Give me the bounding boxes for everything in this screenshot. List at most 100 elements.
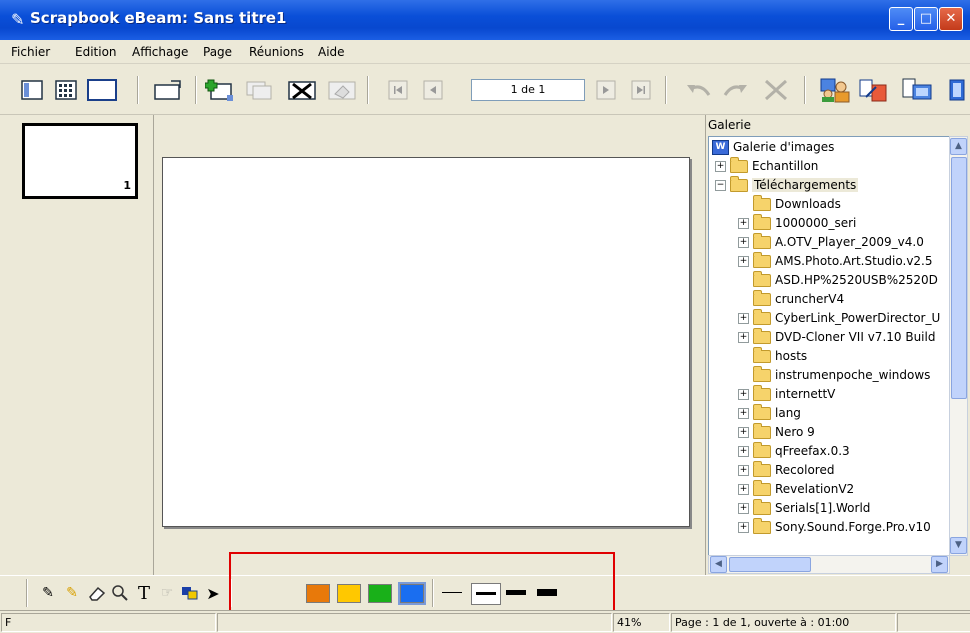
expand-icon[interactable]: + [738,521,749,533]
expand-icon[interactable]: + [738,426,749,438]
tree-item-1000000-seri[interactable]: + 1000000_seri [738,213,856,232]
expand-icon[interactable]: + [738,236,749,248]
scroll-thumb[interactable] [951,157,967,399]
expand-icon[interactable]: + [738,255,749,267]
tree-item-recolored[interactable]: + Recolored [738,460,834,479]
folder-icon [753,441,771,458]
eraser-tool-button[interactable] [87,583,107,603]
expand-icon[interactable]: + [738,312,749,324]
pen-icon: ✎ [42,585,54,601]
tree-item-cyberlink[interactable]: + CyberLink_PowerDirector_U [738,308,940,327]
tree-item-echantillon[interactable]: + Echantillon [715,156,818,175]
menu-edition[interactable]: Edition [75,45,117,59]
tree-item-otv-player[interactable]: + A.OTV_Player_2009_v4.0 [738,232,924,251]
delete-page-button[interactable] [286,78,318,102]
undo-button[interactable] [682,78,714,102]
tree-item-ams-photo[interactable]: + AMS.Photo.Art.Studio.v2.5 [738,251,933,270]
expand-icon[interactable]: + [738,445,749,457]
tree-item-downloads[interactable]: Downloads [753,194,841,213]
color-swatch-orange[interactable] [306,584,330,603]
minimize-button[interactable]: _ [889,7,913,31]
pen-tool-button[interactable]: ✎ [38,583,58,603]
tree-item-qfreefax[interactable]: + qFreefax.0.3 [738,441,850,460]
scroll-down-icon[interactable]: ▼ [950,537,967,554]
expand-icon[interactable]: + [738,217,749,229]
menu-reunions[interactable]: Réunions [249,45,304,59]
tree-item-lang[interactable]: + lang [738,403,801,422]
expand-icon[interactable]: + [738,483,749,495]
expand-icon[interactable]: + [738,331,749,343]
pointer-hand-tool-button[interactable]: ☞ [157,583,177,603]
line-width-1-button[interactable] [440,583,464,603]
scroll-up-icon[interactable]: ▲ [950,138,967,155]
line-width-3-button[interactable] [504,583,528,603]
toolbar-separator [195,76,197,104]
next-page-button[interactable] [593,78,619,102]
highlighter-tool-button[interactable]: ✎ [62,583,82,603]
tree-item-nero[interactable]: + Nero 9 [738,422,815,441]
menu-page[interactable]: Page [203,45,232,59]
menu-aide[interactable]: Aide [318,45,345,59]
maximize-button[interactable]: □ [914,7,938,31]
view-grid-button[interactable] [53,78,79,102]
export-button[interactable] [900,78,934,102]
gallery-tree[interactable]: W Galerie d'images + Echantillon − Téléc… [708,136,950,556]
tree-item-telechargements[interactable]: − Téléchargements [715,175,859,194]
gallery-vertical-scrollbar[interactable]: ▲ ▼ [949,136,968,556]
toolbar-separator [26,579,28,607]
scroll-left-icon[interactable]: ◀ [710,556,727,573]
view-single-button[interactable] [85,78,119,102]
tree-item-dvd-cloner[interactable]: + DVD-Cloner VII v7.10 Build [738,327,935,346]
tree-item-internettv[interactable]: + internettV [738,384,835,403]
menu-fichier[interactable]: Fichier [11,45,50,59]
page-thumbnail[interactable]: 1 [22,123,138,199]
new-page-button[interactable] [204,78,236,102]
zoom-tool-button[interactable] [110,583,130,603]
color-swatch-yellow[interactable] [337,584,361,603]
delete-button[interactable] [760,78,792,102]
expand-icon[interactable]: + [738,388,749,400]
text-tool-button[interactable]: T [134,583,154,604]
last-page-button[interactable] [628,78,654,102]
folder-icon [753,422,771,439]
horizontal-scroll-thumb[interactable] [729,557,811,572]
previous-page-button[interactable] [420,78,446,102]
first-page-button[interactable] [385,78,411,102]
redo-button[interactable] [720,78,752,102]
collapse-icon[interactable]: − [715,179,726,191]
tree-item-serials[interactable]: + Serials[1].World [738,498,870,517]
line-width-4-button[interactable] [535,583,559,603]
close-button[interactable]: ✕ [939,7,963,31]
duplicate-page-button[interactable] [244,78,276,102]
select-tool-button[interactable]: ➤ [203,583,223,603]
tree-item-instrumenpoche[interactable]: instrumenpoche_windows [753,365,930,384]
color-swatch-blue[interactable] [398,582,426,605]
shape-tool-button[interactable] [180,583,200,603]
fit-page-button[interactable] [151,78,185,102]
color-swatch-green[interactable] [368,584,392,603]
page-indicator[interactable]: 1 de 1 [471,79,585,101]
expand-icon[interactable]: + [738,464,749,476]
line-width-2-button[interactable] [471,583,501,605]
view-thumbnails-button[interactable] [19,78,45,102]
share-button[interactable] [857,78,891,102]
menu-affichage[interactable]: Affichage [132,45,188,59]
tree-item-cruncher[interactable]: cruncherV4 [753,289,844,308]
expand-icon[interactable]: + [738,407,749,419]
expand-icon[interactable]: + [715,160,726,172]
clear-page-button[interactable] [326,78,358,102]
participants-button[interactable] [818,78,852,103]
redo-icon [723,85,747,96]
whiteboard-page[interactable] [162,157,690,527]
tree-item-asd-hp[interactable]: ASD.HP%2520USB%2520D [753,270,938,289]
gallery-horizontal-scrollbar[interactable]: ◀ ▶ [708,555,950,574]
scroll-right-icon[interactable]: ▶ [931,556,948,573]
expand-icon[interactable]: + [738,502,749,514]
line-width-4-icon [537,589,557,596]
more-button[interactable] [944,78,970,102]
shapes-icon [182,587,198,600]
tree-item-hosts[interactable]: hosts [753,346,807,365]
tree-item-revelation[interactable]: + RevelationV2 [738,479,854,498]
gallery-root[interactable]: W Galerie d'images [712,138,834,156]
tree-item-sony-sound-forge[interactable]: + Sony.Sound.Forge.Pro.v10 [738,517,931,536]
